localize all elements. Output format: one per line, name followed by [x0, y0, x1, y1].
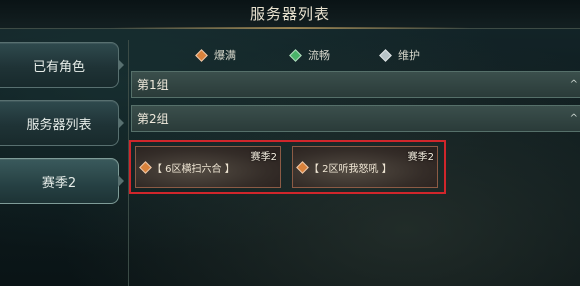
diamond-icon	[289, 48, 302, 62]
legend-label: 爆满	[214, 49, 236, 62]
title-decoration-right	[290, 27, 470, 29]
legend-item-maintenance: 维护	[379, 47, 420, 63]
title-bar: 服务器列表	[0, 0, 580, 29]
group-row-1[interactable]: 第1组 ^	[131, 71, 580, 98]
group-row-2[interactable]: 第2组 ^	[131, 105, 580, 132]
sidebar-item-label: 赛季2	[41, 175, 77, 191]
group-label: 第1组	[137, 78, 169, 92]
diamond-icon	[296, 161, 309, 174]
title-decoration-left	[110, 27, 290, 29]
season-badge: 赛季2	[407, 152, 434, 163]
sidebar-item-label: 已有角色	[32, 59, 85, 75]
season-badge: 赛季2	[250, 152, 277, 163]
chevron-up-icon: ^	[569, 79, 578, 90]
legend-label: 维护	[398, 49, 420, 62]
group-label: 第2组	[137, 112, 169, 126]
legend-label: 流畅	[308, 49, 330, 62]
diamond-icon	[379, 48, 392, 62]
sidebar-item-label: 服务器列表	[26, 117, 92, 133]
chevron-right-icon	[118, 59, 124, 71]
diamond-icon	[139, 161, 152, 174]
diamond-icon	[195, 48, 208, 62]
legend-item-smooth: 流畅	[289, 47, 330, 63]
legend-item-full: 爆满	[195, 47, 236, 63]
sidebar-item-server-list[interactable]: 服务器列表	[0, 100, 124, 146]
sidebar-item-existing-characters[interactable]: 已有角色	[0, 42, 124, 88]
server-card[interactable]: 【 2区听我怒吼 】 赛季2	[292, 146, 438, 188]
server-name: 【 6区横扫六合 】	[152, 164, 235, 175]
chevron-right-icon	[118, 117, 124, 129]
page-title: 服务器列表	[249, 5, 330, 23]
sidebar-item-season-2[interactable]: 赛季2	[0, 158, 124, 204]
server-name: 【 2区听我怒吼 】	[309, 164, 392, 175]
chevron-up-icon: ^	[569, 113, 578, 124]
chevron-right-icon	[118, 175, 124, 187]
status-legend: 爆满 流畅 维护	[129, 47, 580, 63]
server-card[interactable]: 【 6区横扫六合 】 赛季2	[135, 146, 281, 188]
